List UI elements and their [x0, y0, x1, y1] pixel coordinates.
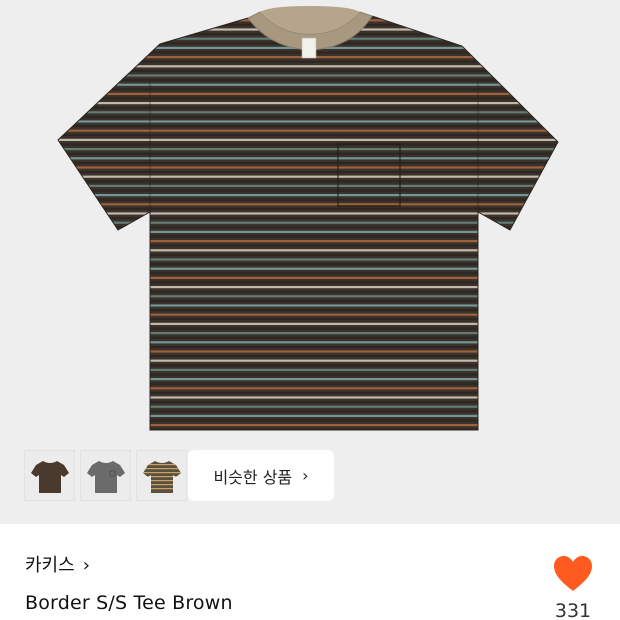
thumbnail-grey-tee[interactable]: [80, 450, 131, 501]
similar-products-label: 비슷한 상품: [213, 467, 293, 487]
brand-name: 카키스: [25, 555, 75, 576]
like-count: 331: [554, 600, 592, 620]
thumbnail-striped-tee[interactable]: [136, 450, 187, 501]
thumbnail-brown-tee[interactable]: [24, 450, 75, 501]
striped-tee-icon: [142, 460, 181, 493]
thumbnail-row: [24, 450, 187, 501]
brand-link[interactable]: 카키스 ›: [25, 551, 90, 577]
striped-tshirt-image: [57, 6, 559, 431]
product-title: Border S/S Tee Brown: [25, 592, 233, 614]
chevron-right-icon: ›: [82, 555, 90, 576]
product-image[interactable]: [0, 0, 620, 524]
like-button[interactable]: [552, 554, 594, 594]
heart-icon: [554, 556, 592, 591]
label-tag: [301, 37, 317, 59]
product-detail-page: 비슷한 상품 › 카키스 › Border S/S Tee Brown 331: [0, 0, 620, 620]
brown-tee-icon: [30, 460, 69, 493]
chevron-right-icon: ›: [302, 466, 309, 485]
similar-products-button[interactable]: 비슷한 상품 ›: [188, 450, 334, 501]
grey-tee-icon: [86, 460, 125, 493]
